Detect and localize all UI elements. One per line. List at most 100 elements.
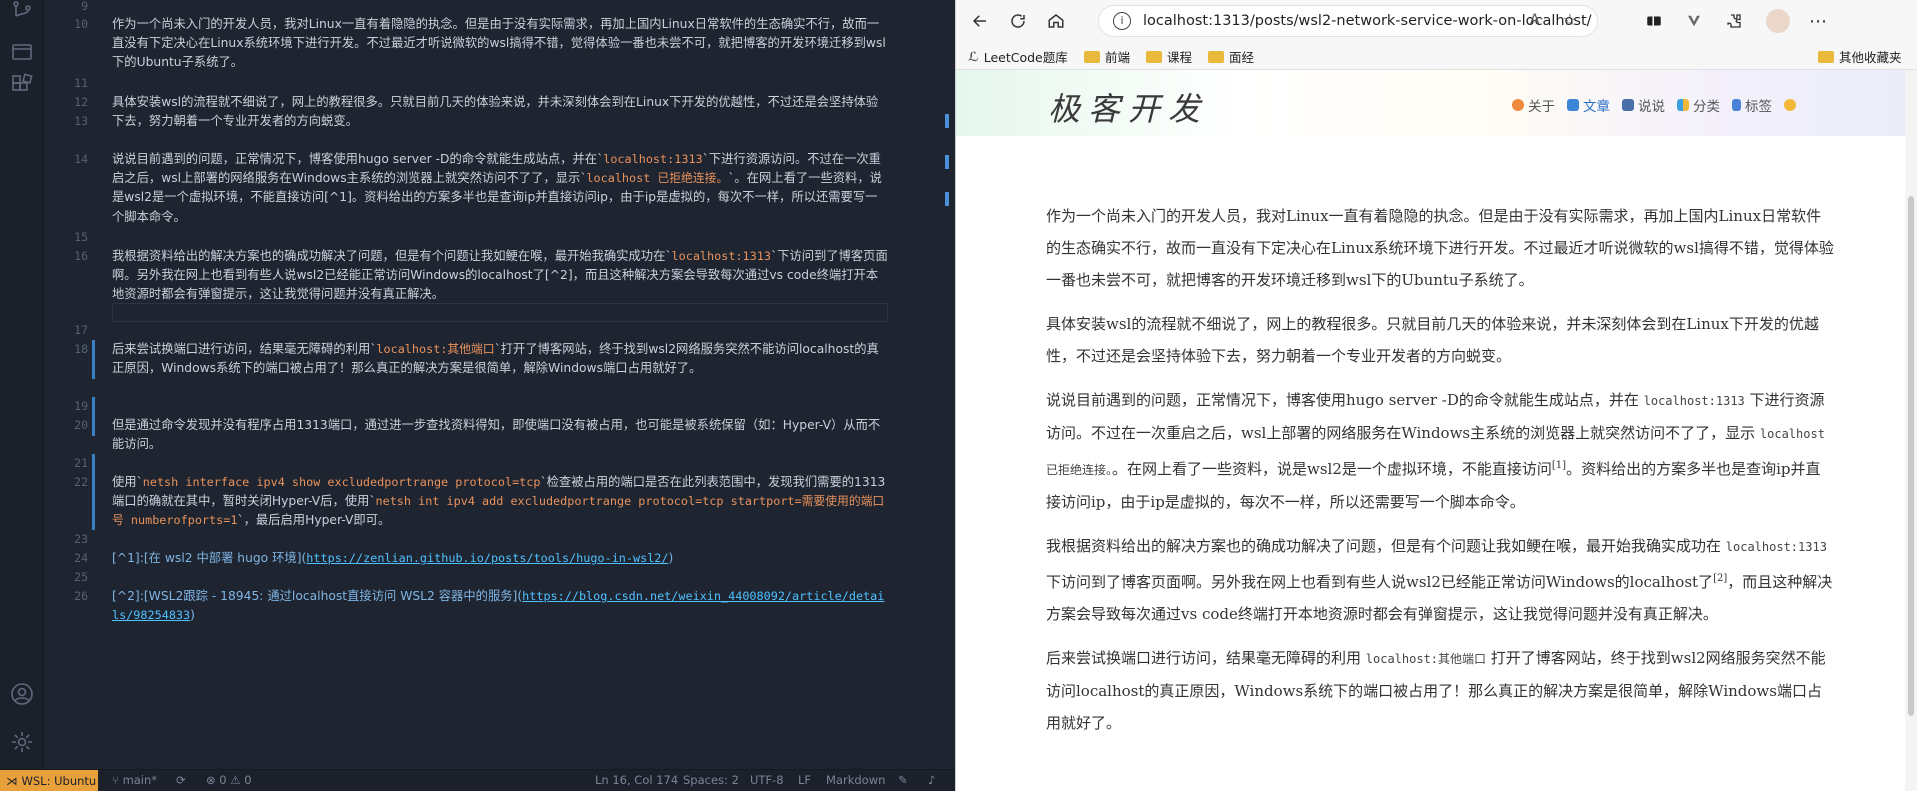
source-control-icon[interactable]: [6, 0, 38, 26]
article-paragraph: 后来尝试换端口进行访问，结果毫无障碍的利用 localhost:其他端口 打开了…: [1046, 649, 1826, 732]
scroll-marker: [945, 155, 949, 169]
folder-icon: [1084, 50, 1100, 63]
language-mode[interactable]: Markdown: [826, 773, 885, 787]
line-number: 24: [74, 551, 88, 565]
line-number: 26: [74, 589, 88, 603]
feedback-icon[interactable]: ✎: [898, 773, 908, 787]
nav-categories[interactable]: 分类: [1677, 95, 1720, 115]
refresh-icon[interactable]: [1006, 9, 1030, 33]
emoji-face-icon: [1784, 99, 1796, 111]
folder-icon: [1208, 50, 1224, 63]
encoding[interactable]: UTF-8: [750, 773, 784, 787]
article-paragraph: 我根据资料给出的解决方案也的确成功解决了问题，但是有个问题让我如鲠在喉，最开始我…: [1046, 537, 1833, 623]
notifications-bell-icon[interactable]: ♪: [928, 773, 935, 787]
article-paragraph: 作为一个尚未入门的开发人员，我对Linux一直有着隐隐的执念。但是由于没有实际需…: [1046, 207, 1834, 289]
indentation[interactable]: Spaces: 2: [683, 773, 739, 787]
remote-explorer-icon[interactable]: [6, 36, 38, 68]
apple-icon: [1512, 99, 1524, 111]
editor-paragraph: 后来尝试换端口进行访问，结果毫无障碍的利用`localhost:其他端口`打开了…: [112, 342, 879, 376]
branch-indicator[interactable]: ⑂ main*: [112, 773, 157, 787]
nav-about[interactable]: 关于: [1512, 95, 1555, 115]
line-number: 21: [74, 456, 88, 470]
url-text: localhost:1313/posts/wsl2-network-servic…: [1143, 13, 1592, 29]
bookmark-folder-frontend[interactable]: 前端: [1084, 47, 1130, 66]
git-diff-marker: [92, 397, 95, 436]
leetcode-icon: ℒ: [968, 49, 979, 64]
editor-paragraph: 具体安装wsl的流程就不细说了，网上的教程很多。只就目前几天的体验来说，并未深刻…: [112, 95, 879, 129]
megaphone-icon: [1622, 99, 1634, 111]
end-of-line[interactable]: LF: [798, 773, 811, 787]
cursor-position[interactable]: Ln 16, Col 174: [595, 773, 678, 787]
favorite-star-icon[interactable]: ☆: [1563, 10, 1577, 29]
scroll-marker: [945, 192, 949, 206]
markdown-editor[interactable]: 9 10 11 12 13 14 15 16 17 18 19 20 21 22…: [44, 0, 955, 769]
footnote-ref-2[interactable]: [2]: [1713, 573, 1727, 584]
theme-toggle[interactable]: [1784, 95, 1796, 115]
line-number: 12: [74, 95, 88, 109]
browser-window: i localhost:1313/posts/wsl2-network-serv…: [955, 0, 1917, 791]
line-number: 22: [74, 475, 88, 489]
nav-tags[interactable]: 标签: [1732, 95, 1772, 115]
editor-paragraph: 使用`netsh interface ipv4 show excludedpor…: [112, 475, 886, 528]
blog-logo[interactable]: 极客开发: [1048, 84, 1208, 130]
grid-icon: [1677, 99, 1689, 111]
line-number-gutter: 9 10 11 12 13 14 15 16 17 18 19 20 21 22…: [44, 0, 92, 769]
footnote-1: [^1]:[在 wsl2 中部署 hugo 环境](https://zenlia…: [112, 551, 674, 565]
editor-paragraph: 但是通过命令发现并没有程序占用1313端口，通过进一步查找资料得知，即使端口没有…: [112, 418, 881, 452]
folder-icon: [1818, 50, 1834, 63]
sync-icon[interactable]: ⟳: [176, 773, 186, 787]
collections-icon[interactable]: [1642, 9, 1666, 33]
article-paragraph: 说说目前遇到的问题，正常情况下，博客使用hugo server -D的命令就能生…: [1046, 391, 1825, 511]
article-paragraph: 具体安装wsl的流程就不细说了，网上的教程很多。只就目前几天的体验来说，并未深刻…: [1046, 315, 1819, 365]
editor-paragraph: 说说目前遇到的问题，正常情况下，博客使用hugo server -D的命令就能生…: [112, 152, 882, 224]
line-number: 18: [74, 342, 88, 356]
settings-gear-icon[interactable]: [6, 726, 38, 758]
scroll-marker: [945, 114, 949, 128]
footnote-link[interactable]: https://zenlian.github.io/posts/tools/hu…: [306, 551, 668, 565]
remote-label: WSL: Ubuntu: [21, 774, 97, 788]
activity-bar: [0, 0, 44, 769]
read-aloud-icon[interactable]: Aᐧ: [1530, 12, 1543, 28]
other-bookmarks-folder[interactable]: 其他收藏夹: [1818, 47, 1902, 66]
bookmark-folder-courses[interactable]: 课程: [1146, 47, 1192, 66]
problems-indicator[interactable]: ⊗ 0 ⚠ 0: [206, 773, 252, 787]
bookmark-folder-interviews[interactable]: 面经: [1208, 47, 1254, 66]
blog-article: 作为一个尚未入门的开发人员，我对Linux一直有着隐隐的执念。但是由于没有实际需…: [1046, 200, 1834, 751]
page-scrollbar-thumb[interactable]: [1908, 196, 1914, 716]
line-number: 10: [74, 17, 88, 31]
editor-paragraph: 作为一个尚未入门的开发人员，我对Linux一直有着隐隐的执念。但是由于没有实际需…: [112, 17, 886, 70]
bookmarks-bar: ℒ LeetCode题库 前端 课程 面经 其他收藏夹: [956, 42, 1917, 70]
bookmark-leetcode[interactable]: ℒ LeetCode题库: [968, 47, 1068, 66]
branch-label: main*: [122, 773, 158, 787]
blog-nav: 关于 文章 说说 分类 标签: [1512, 95, 1796, 115]
line-number: 16: [74, 249, 88, 263]
vscode-window: 9 10 11 12 13 14 15 16 17 18 19 20 21 22…: [0, 0, 955, 791]
line-number: 13: [74, 114, 88, 128]
more-menu-icon[interactable]: ⋯: [1806, 9, 1830, 33]
site-info-icon[interactable]: i: [1113, 12, 1131, 30]
remote-indicator[interactable]: ⋊ WSL: Ubuntu: [0, 770, 98, 791]
blog-header: 极客开发 关于 文章 说说 分类 标签: [956, 70, 1917, 136]
address-bar[interactable]: i localhost:1313/posts/wsl2-network-serv…: [1098, 5, 1598, 37]
line-number: 25: [74, 570, 88, 584]
nav-posts[interactable]: 文章: [1567, 95, 1610, 115]
account-icon[interactable]: [6, 678, 38, 710]
extensions-icon[interactable]: [6, 68, 38, 100]
extension-v-icon[interactable]: [1682, 9, 1706, 33]
remote-icon: ⋊: [6, 774, 18, 788]
browser-toolbar: i localhost:1313/posts/wsl2-network-serv…: [956, 0, 1917, 42]
line-number: 15: [74, 230, 88, 244]
home-icon[interactable]: [1044, 9, 1068, 33]
line-number: 19: [74, 399, 88, 413]
footnote-ref-1[interactable]: [1]: [1552, 460, 1566, 471]
editor-paragraph: 我根据资料给出的解决方案也的确成功解决了问题，但是有个问题让我如鲠在喉，最开始我…: [112, 249, 888, 302]
line-number: 20: [74, 418, 88, 432]
line-number: 11: [74, 76, 88, 90]
extensions-puzzle-icon[interactable]: [1722, 9, 1746, 33]
document-icon: [1567, 99, 1579, 111]
profile-avatar[interactable]: [1766, 9, 1790, 33]
blog-page: 极客开发 关于 文章 说说 分类 标签 作为一个尚未入门的开发人员，我对Linu…: [956, 70, 1917, 791]
nav-talks[interactable]: 说说: [1622, 95, 1665, 115]
line-number: 9: [81, 0, 88, 13]
back-arrow-icon[interactable]: [968, 9, 992, 33]
